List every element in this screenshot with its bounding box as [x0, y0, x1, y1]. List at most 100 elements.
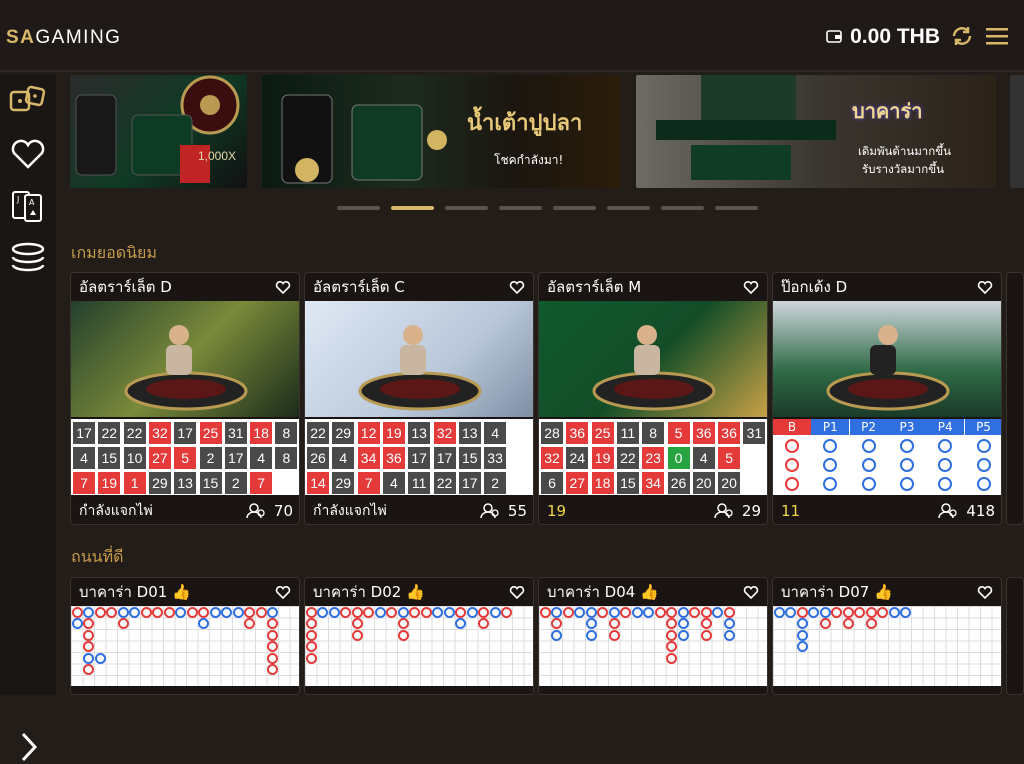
- heart-icon[interactable]: [275, 585, 291, 600]
- player-count: 55: [480, 502, 527, 520]
- carousel-dot[interactable]: [607, 206, 650, 210]
- bead: [631, 606, 643, 618]
- player-count: 29: [714, 502, 761, 520]
- game-card[interactable]: ป๊อกเด้ง D B P1 P2 P3 P4 P5 11 418: [772, 272, 1002, 525]
- bead: [117, 618, 129, 629]
- bead: [654, 606, 666, 618]
- bead: [808, 606, 819, 618]
- bead: [351, 606, 363, 618]
- results-grid: 28 36 25 11 8 5 36 36 31 32 24 19 22 23 0 4 5 6 27 18 15 34 26…: [539, 419, 767, 495]
- bead: [163, 606, 175, 618]
- bead: [608, 606, 620, 618]
- result-cell: 17: [224, 447, 247, 469]
- svg-text:J: J: [16, 195, 19, 204]
- heart-icon[interactable]: [977, 280, 993, 295]
- bead: [209, 606, 221, 618]
- result-cell: 4: [692, 447, 715, 469]
- bead: [677, 629, 689, 641]
- road-card-partial[interactable]: [1006, 577, 1024, 695]
- game-thumbnail[interactable]: [539, 301, 767, 417]
- carousel-dot[interactable]: [553, 206, 596, 210]
- game-thumbnail[interactable]: [305, 301, 533, 417]
- bead: [198, 618, 209, 629]
- bead: [677, 606, 689, 618]
- heart-icon[interactable]: [743, 280, 759, 295]
- game-title: อัลตราร์เล็ต M: [547, 278, 642, 296]
- banner-baccarat[interactable]: บาคาร่า เดิมพันด้านมากขึ้น รับรางวัลมากข…: [636, 75, 996, 188]
- result-cell: 26: [667, 472, 690, 494]
- result-cell: 13: [458, 422, 481, 444]
- result-cell: 18: [591, 472, 614, 494]
- pokdeng-header: P1: [811, 419, 850, 435]
- result-cell: 5: [174, 447, 197, 469]
- result-cell: 19: [591, 447, 614, 469]
- game-thumbnail[interactable]: [71, 301, 299, 417]
- result-cell: 11: [616, 422, 639, 444]
- bead: [723, 606, 735, 618]
- bead: [374, 606, 386, 618]
- card-footer: กำลังแจกไพ่ 55: [305, 497, 533, 524]
- bead: [152, 606, 163, 618]
- result-cell: 22: [433, 472, 456, 494]
- heart-icon[interactable]: [743, 585, 759, 600]
- game-card[interactable]: อัลตราร์เล็ต D 17 22 22 32 17 25 31 18 8 4 15 10 27 5 2…: [70, 272, 300, 525]
- heart-icon[interactable]: [8, 136, 48, 172]
- game-card-partial[interactable]: [1006, 272, 1024, 525]
- chevron-right-icon[interactable]: [18, 730, 40, 764]
- dealer-table-art: [124, 325, 248, 411]
- dice-icon[interactable]: [8, 84, 48, 120]
- carousel-dot[interactable]: [661, 206, 704, 210]
- carousel-dot[interactable]: [499, 206, 542, 210]
- pokdeng-result: [938, 458, 953, 472]
- banner-roulette[interactable]: 1,000X: [70, 75, 247, 188]
- game-card[interactable]: อัลตราร์เล็ต M 28 36 25 11 8 5 36 36 31 32 24 19 22 23…: [538, 272, 768, 525]
- banner-title: บาคาร่า: [852, 99, 923, 123]
- result-cell: 34: [357, 447, 380, 469]
- bead: [666, 629, 677, 641]
- banner-subtitle: โชคกำลังมา!: [494, 153, 564, 167]
- road-card[interactable]: บาคาร่า D02 👍: [304, 577, 534, 695]
- carousel-dot[interactable]: [715, 206, 758, 210]
- result-cell: 4: [250, 447, 273, 469]
- road-card[interactable]: บาคาร่า D07 👍: [772, 577, 1002, 695]
- bead: [796, 641, 808, 652]
- result-cell: 29: [148, 472, 171, 494]
- road-card[interactable]: บาคาร่า D01 👍: [70, 577, 300, 695]
- carousel-dot[interactable]: [337, 206, 380, 210]
- heart-icon[interactable]: [977, 585, 993, 600]
- chips-icon[interactable]: [8, 240, 48, 276]
- game-status: 11: [781, 502, 801, 520]
- results-grid: 22 29 12 19 13 32 13 4 26 4 34 36 17 17 15 33 14 29 7 4 11 22…: [305, 419, 533, 495]
- game-card[interactable]: อัลตราร์เล็ต C 22 29 12 19 13 32 13 4 26 4 34 36 17 17…: [304, 272, 534, 525]
- result-cell: 17: [433, 447, 456, 469]
- bead: [865, 606, 877, 618]
- bead: [796, 629, 808, 641]
- bead: [198, 606, 209, 618]
- heart-icon[interactable]: [509, 585, 525, 600]
- logo[interactable]: SAGAMING: [6, 27, 121, 49]
- result-cell: 17: [174, 422, 197, 444]
- menu-icon[interactable]: [986, 27, 1008, 45]
- result-cell: 15: [458, 447, 481, 469]
- players-icon: [938, 503, 958, 519]
- heart-icon[interactable]: [275, 280, 291, 295]
- result-cell: 10: [123, 447, 146, 469]
- banner-hilo[interactable]: น้ำเต้าปูปลา โชคกำลังมา!: [262, 75, 621, 188]
- carousel-dot[interactable]: [445, 206, 488, 210]
- banner-partial[interactable]: [1010, 75, 1024, 188]
- result-cell: 5: [667, 422, 690, 444]
- heart-icon[interactable]: [509, 280, 525, 295]
- refresh-icon[interactable]: [950, 24, 974, 48]
- cards-icon[interactable]: JA: [8, 188, 48, 224]
- result-cell: 32: [541, 447, 563, 469]
- svg-text:A: A: [29, 198, 35, 207]
- game-title: อัลตราร์เล็ต C: [313, 278, 405, 296]
- game-thumbnail[interactable]: [773, 301, 1001, 417]
- players-icon: [246, 503, 265, 519]
- bead: [267, 606, 278, 618]
- banner-multiplier: 1,000X: [198, 149, 237, 163]
- bead: [83, 652, 94, 664]
- carousel-dot[interactable]: [391, 206, 434, 210]
- game-status: กำลังแจกไพ่: [313, 503, 387, 519]
- road-card[interactable]: บาคาร่า D04 👍: [538, 577, 768, 695]
